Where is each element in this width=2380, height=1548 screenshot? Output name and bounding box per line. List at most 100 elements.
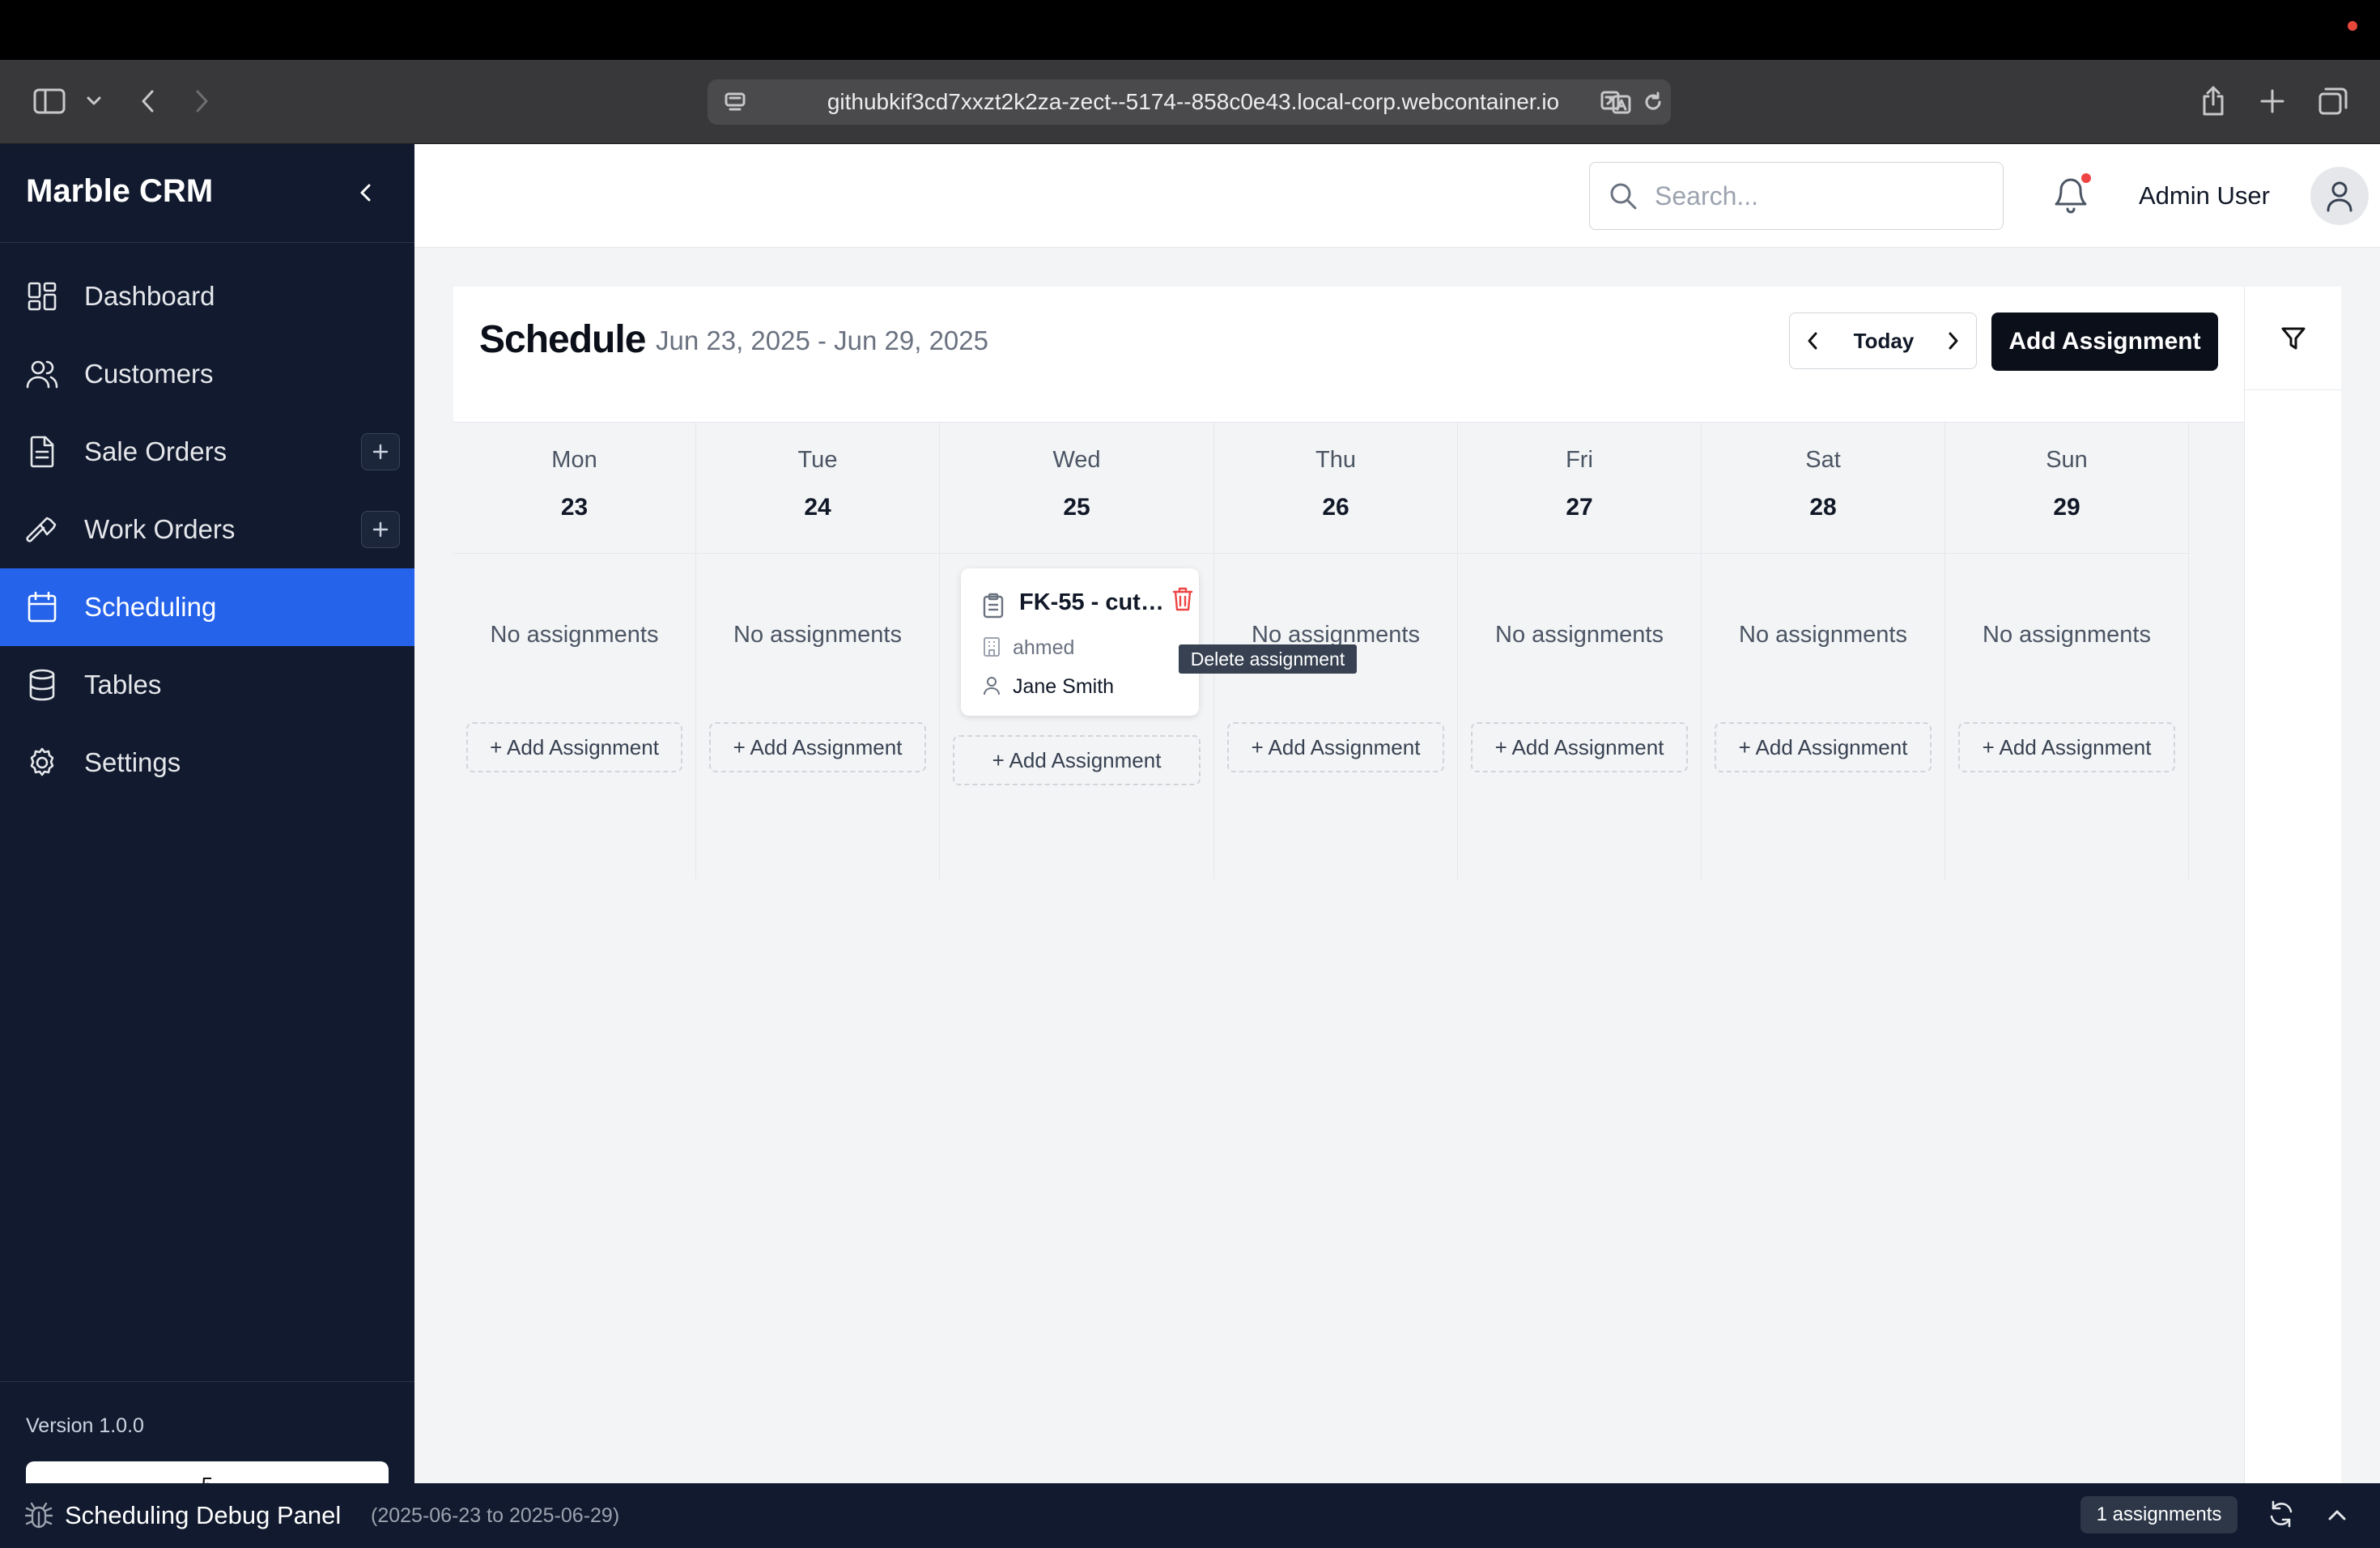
collapse-sidebar-icon[interactable] — [350, 176, 382, 209]
trash-icon[interactable] — [1171, 586, 1194, 612]
next-week-button[interactable] — [1931, 313, 1976, 368]
day-number: 24 — [804, 494, 831, 521]
day-column-sun: No assignments + Add Assignment — [1945, 554, 2189, 879]
week-navigation: Today — [1789, 313, 1977, 369]
day-name: Fri — [1566, 447, 1593, 473]
date-range: Jun 23, 2025 - Jun 29, 2025 — [656, 325, 988, 355]
clipboard-icon — [983, 593, 1004, 619]
system-top-bar — [0, 0, 2380, 60]
database-icon — [26, 669, 58, 701]
search-icon — [1610, 183, 1637, 210]
day-header-thu: Thu 26 — [1214, 423, 1458, 554]
day-number: 28 — [1809, 494, 1837, 521]
filter-panel — [2244, 287, 2342, 1548]
chevron-right-icon — [1949, 332, 1958, 350]
day-number: 29 — [2053, 494, 2080, 521]
day-column-fri: No assignments + Add Assignment — [1458, 554, 1702, 879]
hammer-icon — [26, 513, 58, 546]
calendar-icon — [26, 591, 58, 623]
add-assignment-slot[interactable]: + Add Assignment — [1958, 722, 2175, 772]
add-assignment-slot[interactable]: + Add Assignment — [466, 722, 682, 772]
add-assignment-slot[interactable]: + Add Assignment — [709, 722, 926, 772]
translate-icon[interactable] — [1598, 82, 1634, 122]
empty-state: No assignments — [490, 622, 659, 648]
day-name: Thu — [1315, 447, 1356, 473]
day-number: 26 — [1322, 494, 1349, 521]
sidebar-toggle-icon[interactable] — [24, 81, 74, 121]
filter-icon — [2281, 327, 2306, 349]
chevron-up-icon[interactable] — [2325, 1503, 2349, 1527]
search-box[interactable] — [1589, 162, 2004, 230]
add-assignment-slot[interactable]: + Add Assignment — [1471, 722, 1688, 772]
assignment-assignee: Jane Smith — [1013, 675, 1115, 698]
bug-icon — [24, 1502, 53, 1529]
day-name: Mon — [551, 447, 597, 473]
user-name[interactable]: Admin User — [2139, 181, 2270, 211]
brand-logo[interactable]: Marble CRM — [26, 173, 213, 210]
sidebar-item-label: Work Orders — [84, 514, 236, 544]
document-icon — [26, 436, 58, 468]
day-name: Wed — [1052, 447, 1101, 473]
previous-week-button[interactable] — [1790, 313, 1835, 368]
address-bar[interactable]: githubkif3cd7xxzt2k2za-zect--5174--858c0… — [708, 79, 1671, 125]
day-header-wed: Wed 25 — [940, 423, 1214, 554]
sidebar-item-customers[interactable]: Customers — [0, 335, 414, 413]
sidebar-nav: Dashboard Customers Sale Orders Work Ord… — [0, 257, 414, 802]
search-input[interactable] — [1655, 163, 1978, 229]
back-icon[interactable] — [126, 81, 170, 121]
empty-state: No assignments — [1983, 622, 2151, 648]
reload-icon[interactable] — [1638, 82, 1668, 122]
day-name: Sat — [1805, 447, 1841, 473]
avatar[interactable] — [2310, 167, 2369, 225]
sidebar-item-dashboard[interactable]: Dashboard — [0, 257, 414, 335]
sidebar-item-label: Settings — [84, 747, 181, 777]
add-sale-order-button[interactable] — [361, 433, 400, 470]
debug-date-range: (2025-06-23 to 2025-06-29) — [371, 1504, 620, 1527]
user-icon — [984, 677, 1000, 695]
filter-button[interactable] — [2245, 287, 2342, 390]
sidebar-item-settings[interactable]: Settings — [0, 724, 414, 802]
sidebar-item-work-orders[interactable]: Work Orders — [0, 491, 414, 568]
sidebar-header: Marble CRM — [0, 144, 414, 243]
forward-icon[interactable] — [180, 81, 223, 121]
assignment-card[interactable]: FK-55 - cutti... ahmed Jane Smith — [961, 568, 1199, 716]
empty-state: No assignments — [1739, 622, 1907, 648]
sidebar-item-sale-orders[interactable]: Sale Orders — [0, 413, 414, 491]
add-assignment-button[interactable]: Add Assignment — [1991, 313, 2218, 371]
new-tab-icon[interactable] — [2252, 81, 2293, 121]
debug-panel: Scheduling Debug Panel (2025-06-23 to 20… — [0, 1483, 2380, 1548]
day-header-sun: Sun 29 — [1945, 423, 2189, 554]
site-info-icon[interactable] — [719, 82, 751, 122]
day-number: 27 — [1566, 494, 1593, 521]
notification-badge — [2080, 172, 2093, 185]
users-icon — [26, 358, 58, 390]
day-column-sat: No assignments + Add Assignment — [1702, 554, 1945, 879]
sidebar-item-scheduling[interactable]: Scheduling — [0, 568, 414, 646]
add-assignment-slot[interactable]: + Add Assignment — [1715, 722, 1932, 772]
day-column-tue: No assignments + Add Assignment — [696, 554, 940, 879]
sidebar-item-label: Dashboard — [84, 281, 215, 311]
add-assignment-slot[interactable]: + Add Assignment — [1227, 722, 1444, 772]
delete-tooltip: Delete assignment — [1179, 644, 1357, 674]
today-button[interactable]: Today — [1835, 313, 1932, 368]
day-header-mon: Mon 23 — [453, 423, 696, 554]
dashboard-icon — [26, 280, 58, 313]
share-icon[interactable] — [2192, 81, 2234, 121]
gear-icon — [26, 746, 58, 779]
day-name: Sun — [2046, 447, 2088, 473]
debug-panel-title[interactable]: Scheduling Debug Panel — [65, 1501, 341, 1530]
refresh-icon[interactable] — [2267, 1499, 2296, 1529]
add-work-order-button[interactable] — [361, 511, 400, 548]
day-column-thu: No assignments + Add Assignment — [1214, 554, 1458, 879]
assignment-customer: ahmed — [1013, 636, 1075, 659]
assignment-title: FK-55 - cutti... — [1019, 589, 1165, 615]
assignment-count-badge: 1 assignments — [2080, 1496, 2238, 1533]
tabs-overview-icon[interactable] — [2312, 81, 2354, 121]
day-header-sat: Sat 28 — [1702, 423, 1945, 554]
sidebar-item-label: Customers — [84, 359, 214, 389]
add-assignment-slot[interactable]: + Add Assignment — [953, 735, 1201, 785]
sidebar-item-tables[interactable]: Tables — [0, 646, 414, 724]
chevron-down-icon[interactable] — [79, 81, 108, 121]
schedule-header: Schedule Jun 23, 2025 - Jun 29, 2025 Tod… — [453, 287, 2244, 423]
chevron-left-icon — [1808, 332, 1817, 350]
